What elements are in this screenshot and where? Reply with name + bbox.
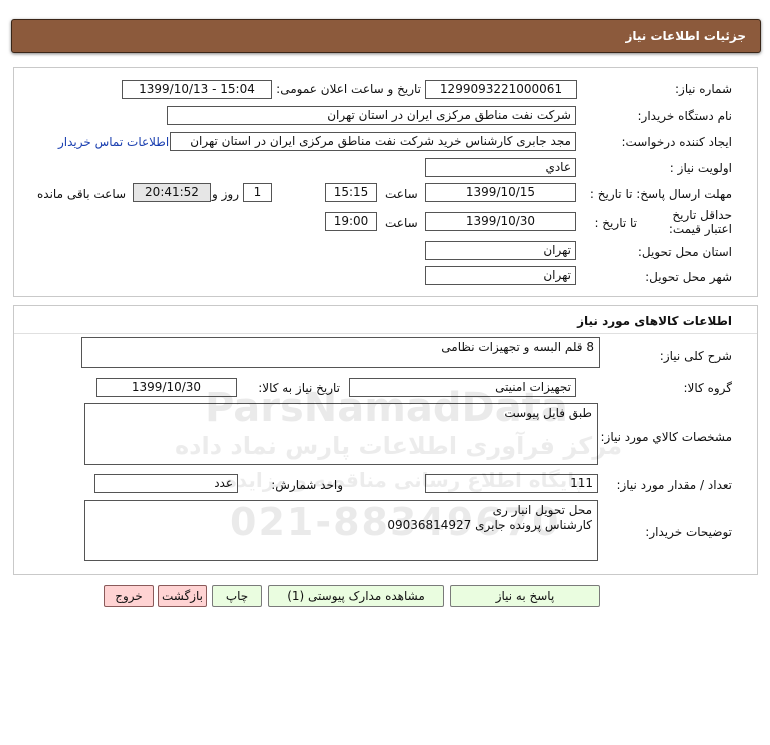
requester-field: مجد جابری کارشناس خرید شرکت نفت مناطق مر… bbox=[170, 132, 576, 151]
reply-button[interactable]: پاسخ به نیاز bbox=[450, 585, 600, 607]
remaining-time-label: ساعت باقی مانده bbox=[37, 187, 127, 201]
delivery-province-label: استان محل تحویل: bbox=[637, 245, 732, 259]
unit-label: واحد شمارش: bbox=[271, 478, 343, 492]
exit-button[interactable]: خروج bbox=[104, 585, 154, 607]
back-button[interactable]: بازگشت bbox=[158, 585, 207, 607]
unit-field: عدد bbox=[94, 474, 238, 493]
buyer-notes-field: محل تحویل انبار ری کارشناس پرونده جابری … bbox=[84, 500, 598, 561]
deadline-time-field: 15:15 bbox=[325, 183, 377, 202]
announce-datetime-label: تاریخ و ساعت اعلان عمومی: bbox=[276, 82, 421, 96]
deadline-date-field: 1399/10/15 bbox=[425, 183, 576, 202]
deadline-time-label: ساعت bbox=[385, 187, 418, 201]
remaining-days-field: 1 bbox=[243, 183, 272, 202]
view-attachments-button[interactable]: مشاهده مدارک پیوستی (1) bbox=[268, 585, 444, 607]
validity-time-field: 19:00 bbox=[325, 212, 377, 231]
priority-field: عادي bbox=[425, 158, 576, 177]
remaining-time-field: 20:41:52 bbox=[133, 183, 211, 202]
page-header: جزئیات اطلاعات نیاز bbox=[11, 19, 761, 53]
need-date-label: تاریخ نیاز به کالا: bbox=[258, 381, 340, 395]
print-button[interactable]: چاپ bbox=[212, 585, 262, 607]
delivery-city-label: شهر محل تحویل: bbox=[645, 270, 732, 284]
goods-group-field: تجهیزات امنیتی bbox=[349, 378, 576, 397]
remaining-days-label: روز و bbox=[212, 187, 239, 201]
need-number-field: 1299093221000061 bbox=[425, 80, 577, 99]
need-number-label: شماره نیاز: bbox=[675, 82, 732, 96]
goods-section-title: اطلاعات کالاهای مورد نیاز bbox=[577, 314, 732, 328]
priority-label: اولویت نیاز : bbox=[669, 161, 732, 175]
buyer-notes-line: کارشناس پرونده جابری 09036814927 bbox=[387, 518, 592, 532]
delivery-city-field: تهران bbox=[425, 266, 576, 285]
deadline-label: مهلت ارسال پاسخ: تا تاریخ : bbox=[589, 187, 732, 201]
goods-section-divider bbox=[14, 333, 757, 334]
price-validity-label: حداقل تاریخ اعتبار قیمت: bbox=[668, 208, 732, 236]
buyer-org-field: شرکت نفت مناطق مرکزی ایران در استان تهرا… bbox=[167, 106, 576, 125]
validity-time-label: ساعت bbox=[385, 216, 418, 230]
goods-group-label: گروه کالا: bbox=[683, 381, 733, 395]
need-description-label: شرح کلی نیاز: bbox=[659, 349, 732, 363]
buyer-notes-line: محل تحویل انبار ری bbox=[492, 503, 592, 517]
requester-label: ایجاد کننده درخواست: bbox=[621, 135, 732, 149]
buyer-contact-link[interactable]: اطلاعات تماس خریدار bbox=[58, 135, 169, 149]
quantity-field: 111 bbox=[425, 474, 598, 493]
delivery-province-field: تهران bbox=[425, 241, 576, 260]
page-title: جزئیات اطلاعات نیاز bbox=[625, 29, 746, 43]
need-description-field: 8 قلم البسه و تجهیزات نظامی bbox=[81, 337, 600, 368]
buyer-notes-label: توضیحات خریدار: bbox=[645, 525, 732, 539]
goods-specs-field: طبق فایل پیوست bbox=[84, 403, 598, 465]
goods-specs-label: مشخصات کالاي مورد نیاز: bbox=[600, 430, 732, 444]
validity-to-date-label: تا تاریخ : bbox=[594, 216, 637, 230]
need-date-field: 1399/10/30 bbox=[96, 378, 237, 397]
buyer-org-label: نام دستگاه خریدار: bbox=[637, 109, 733, 123]
announce-datetime-field: 1399/10/13 - 15:04 bbox=[122, 80, 272, 99]
validity-date-field: 1399/10/30 bbox=[425, 212, 576, 231]
need-info-panel bbox=[13, 67, 758, 297]
quantity-label: تعداد / مقدار مورد نیاز: bbox=[616, 478, 732, 492]
